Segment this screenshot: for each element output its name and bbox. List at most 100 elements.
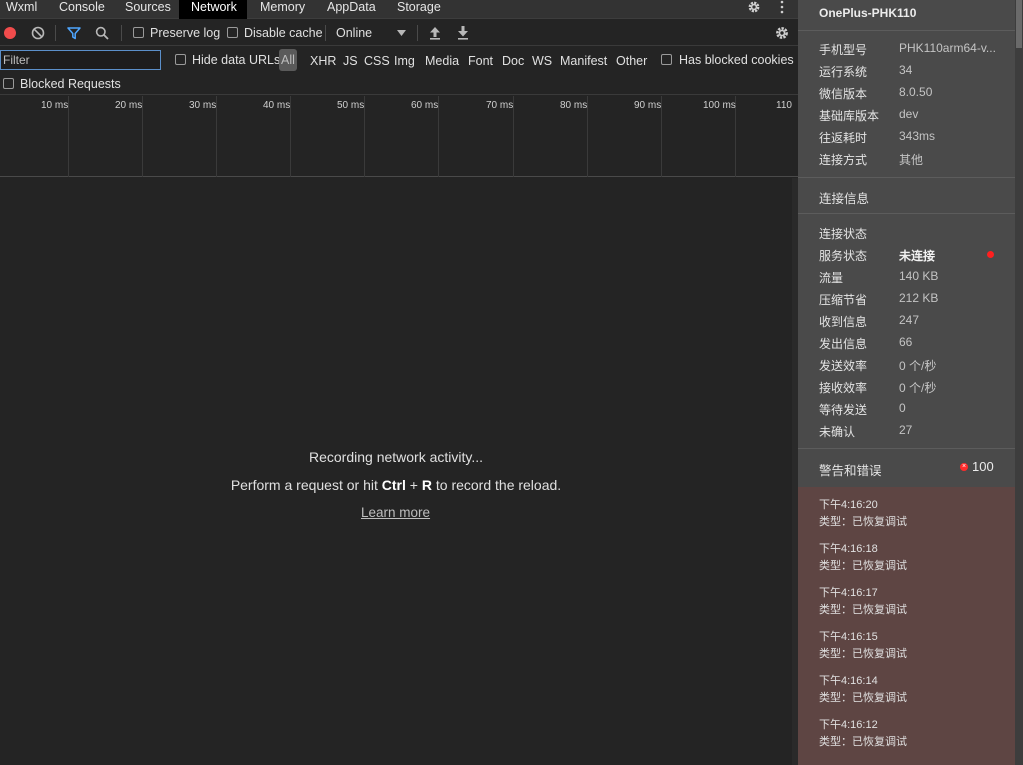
log-entry[interactable]: 下午4:16:18 类型：已恢复调试 <box>819 542 1009 573</box>
type-filter-font[interactable]: Font <box>468 52 493 70</box>
hide-data-urls-checkbox[interactable] <box>175 54 186 65</box>
tab-memory[interactable]: Memory <box>260 0 305 19</box>
recording-status-text: Recording network activity... <box>308 449 484 465</box>
conn-value: 未连接 <box>899 249 936 263</box>
preserve-log-checkbox[interactable] <box>133 27 144 38</box>
conn-key: 未确认 <box>819 425 856 439</box>
ctrl-key-label: Ctrl <box>381 477 406 493</box>
type-filter-css[interactable]: CSS <box>364 52 390 70</box>
timeline-tick-label: 30 ms <box>189 100 217 111</box>
chevron-down-icon[interactable] <box>397 30 406 36</box>
tab-storage[interactable]: Storage <box>397 0 441 19</box>
log-type: 类型：已恢复调试 <box>819 648 907 660</box>
network-settings-gear-icon[interactable] <box>774 25 790 41</box>
info-key: 手机型号 <box>819 43 868 57</box>
timeline-overview[interactable]: 10 ms 20 ms 30 ms 40 ms 50 ms 60 ms 70 m… <box>0 96 798 177</box>
plus-sign: + <box>405 477 422 493</box>
panel-divider <box>798 30 1015 31</box>
warnings-log-list[interactable]: 下午4:16:20 类型：已恢复调试 下午4:16:18 类型：已恢复调试 下午… <box>798 487 1015 765</box>
log-entry[interactable]: 下午4:16:14 类型：已恢复调试 <box>819 674 1009 705</box>
conn-key: 发出信息 <box>819 337 868 351</box>
log-time: 下午4:16:20 <box>819 499 878 511</box>
blocked-requests-checkbox[interactable] <box>3 78 14 89</box>
warnings-errors-header[interactable]: 警告和错误 <box>819 460 882 479</box>
log-entry[interactable]: 下午4:16:15 类型：已恢复调试 <box>819 630 1009 661</box>
disable-cache-label[interactable]: Disable cache <box>244 26 323 40</box>
timeline-tick-label: 40 ms <box>263 100 291 111</box>
connection-row: 服务状态 未连接 <box>819 247 1009 267</box>
conn-key: 收到信息 <box>819 315 868 329</box>
import-har-icon[interactable] <box>429 26 441 40</box>
conn-key: 流量 <box>819 271 844 285</box>
filter-input[interactable] <box>0 50 161 70</box>
export-har-icon[interactable] <box>457 26 469 40</box>
has-blocked-cookies-label[interactable]: Has blocked cookies <box>679 53 794 67</box>
conn-value: 0 个/秒 <box>899 359 937 373</box>
timeline-tick-label: 50 ms <box>337 100 365 111</box>
r-key-label: R <box>421 477 432 493</box>
clear-icon[interactable] <box>31 26 45 40</box>
connection-info-header[interactable]: 连接信息 <box>819 188 869 207</box>
conn-value: 66 <box>899 335 913 349</box>
more-options-icon[interactable] <box>778 0 786 14</box>
search-icon[interactable] <box>95 26 109 40</box>
has-blocked-cookies-checkbox[interactable] <box>661 54 672 65</box>
panel-divider <box>798 448 1015 449</box>
log-type: 类型：已恢复调试 <box>819 692 907 704</box>
reload-hint-text: Perform a request or hit Ctrl + R to rec… <box>0 477 792 493</box>
devtools-network-panel: Wxml Console Sources Network Memory AppD… <box>0 0 798 765</box>
network-toolbar: Preserve log Disable cache Online <box>0 20 798 46</box>
conn-value: 212 KB <box>899 291 939 305</box>
log-entry[interactable]: 下午4:16:20 类型：已恢复调试 <box>819 498 1009 529</box>
settings-gear-icon[interactable] <box>746 0 762 14</box>
device-info-row: 手机型号 PHK110arm64-v... <box>819 41 1009 61</box>
type-filter-other[interactable]: Other <box>616 52 647 70</box>
panel-scrollbar[interactable] <box>1015 0 1023 765</box>
devtools-tab-bar: Wxml Console Sources Network Memory AppD… <box>0 0 798 19</box>
log-type: 类型：已恢复调试 <box>819 560 907 572</box>
connection-status-header: 连接状态 <box>819 227 868 241</box>
log-time: 下午4:16:17 <box>819 587 878 599</box>
type-filter-media[interactable]: Media <box>425 52 459 70</box>
disable-cache-checkbox[interactable] <box>227 27 238 38</box>
log-entry[interactable]: 下午4:16:12 类型：已恢复调试 <box>819 718 1009 749</box>
conn-value: 0 <box>899 401 906 415</box>
preserve-log-label[interactable]: Preserve log <box>150 26 220 40</box>
type-filter-ws[interactable]: WS <box>532 52 552 70</box>
info-value: 343ms <box>899 129 936 143</box>
error-x-icon: × <box>960 463 968 471</box>
log-time: 下午4:16:18 <box>819 543 878 555</box>
toolbar-divider <box>325 25 326 41</box>
record-icon[interactable] <box>3 26 17 40</box>
info-value: dev <box>899 107 919 121</box>
panel-scrollbar-thumb[interactable] <box>1016 0 1022 48</box>
device-info-row: 微信版本 8.0.50 <box>819 85 1009 105</box>
type-filter-js[interactable]: JS <box>343 52 358 70</box>
connection-row: 流量 140 KB <box>819 269 1009 289</box>
tab-wxml[interactable]: Wxml <box>6 0 37 19</box>
type-filter-all[interactable]: All <box>279 49 297 71</box>
info-key: 微信版本 <box>819 87 868 101</box>
type-filter-xhr[interactable]: XHR <box>310 52 336 70</box>
throttling-select[interactable]: Online <box>336 26 372 40</box>
log-type: 类型：已恢复调试 <box>819 516 907 528</box>
tab-console[interactable]: Console <box>59 0 105 19</box>
toolbar-divider <box>417 25 418 41</box>
toolbar-divider <box>121 25 122 41</box>
tab-sources[interactable]: Sources <box>125 0 171 19</box>
timeline-tick-label: 110 <box>776 100 792 111</box>
learn-more-link[interactable]: Learn more <box>361 505 430 520</box>
blocked-requests-label[interactable]: Blocked Requests <box>20 77 121 91</box>
type-filter-img[interactable]: Img <box>394 52 415 70</box>
hide-data-urls-label[interactable]: Hide data URLs <box>192 53 280 67</box>
info-value: 34 <box>899 63 913 77</box>
filter-funnel-icon[interactable] <box>67 26 81 40</box>
device-info-row: 连接方式 其他 <box>819 151 1009 171</box>
error-count: 100 <box>972 459 994 474</box>
log-entry[interactable]: 下午4:16:17 类型：已恢复调试 <box>819 586 1009 617</box>
type-filter-doc[interactable]: Doc <box>502 52 524 70</box>
tab-network[interactable]: Network <box>179 0 247 19</box>
info-key: 运行系统 <box>819 65 868 79</box>
type-filter-manifest[interactable]: Manifest <box>560 52 607 70</box>
tab-appdata[interactable]: AppData <box>327 0 376 19</box>
